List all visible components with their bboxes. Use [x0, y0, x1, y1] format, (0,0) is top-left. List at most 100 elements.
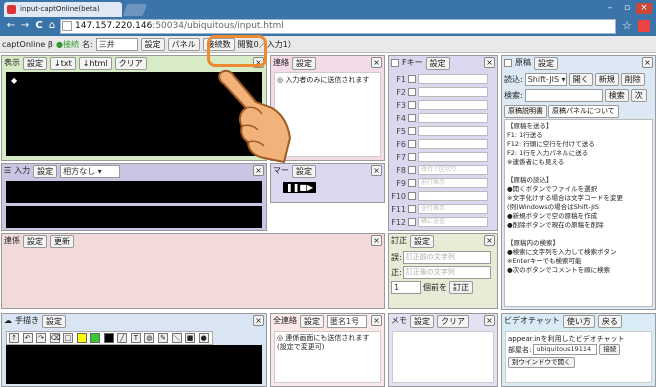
fkey-checkbox[interactable] — [408, 218, 416, 226]
fkey-input[interactable] — [418, 87, 488, 97]
room-input[interactable]: ubiquitous19114 — [533, 344, 598, 355]
fkey-input[interactable] — [418, 139, 488, 149]
bookmark-star-icon[interactable]: ☆ — [622, 19, 632, 32]
delete-button[interactable]: 削除 — [620, 73, 645, 86]
liaison-settings-button[interactable]: 設定 — [23, 234, 47, 248]
fkey-checkbox[interactable] — [408, 205, 416, 213]
manuscript-close-button[interactable]: × — [642, 57, 653, 68]
tab-manual[interactable]: 原稿説明書 — [504, 105, 547, 118]
url-bar[interactable]: 147.157.220.146:50034/ubiquitous/input.h… — [60, 19, 616, 34]
memo-clear-button[interactable]: クリア — [437, 314, 469, 328]
fkey-input[interactable] — [418, 191, 488, 201]
tab-about-panel[interactable]: 原稿パネルについて — [548, 105, 619, 118]
input-area-1[interactable] — [6, 181, 262, 203]
download-html-button[interactable]: ↓html — [78, 56, 112, 70]
undo-icon[interactable]: ↶ — [22, 333, 33, 343]
fkey-checkbox[interactable] — [408, 166, 416, 174]
next-button[interactable]: 次 — [630, 89, 647, 102]
timer-controls[interactable]: ❚❚■▶ — [283, 182, 317, 193]
fkey-toggle-checkbox[interactable] — [391, 59, 399, 67]
fkey-input[interactable]: 隣に送信 — [418, 217, 488, 227]
search-button[interactable]: 検索 — [604, 89, 629, 102]
brush-icon[interactable]: ✎ — [158, 333, 169, 343]
maximize-button[interactable]: ▫ — [619, 3, 635, 14]
panel-button[interactable]: パネル — [167, 38, 200, 51]
correct-button[interactable]: 訂正 — [449, 281, 473, 294]
line-icon[interactable]: ╱ — [117, 333, 128, 343]
back-button[interactable]: ← — [4, 19, 18, 33]
fkey-close-button[interactable]: × — [484, 57, 495, 68]
fkey-checkbox[interactable] — [408, 88, 416, 96]
fkey-checkbox[interactable] — [408, 127, 416, 135]
video-back-button[interactable]: 戻る — [597, 314, 622, 328]
circle-fill-icon[interactable]: ● — [198, 333, 209, 343]
liaison-update-button[interactable]: 更新 — [50, 234, 74, 248]
stroke-icon[interactable]: ＼ — [171, 333, 182, 343]
memo-settings-button[interactable]: 設定 — [410, 314, 434, 328]
name-input[interactable]: 三井 — [95, 38, 138, 51]
all-contact-settings-button[interactable]: 設定 — [300, 314, 324, 328]
liaison-close-button[interactable]: × — [371, 235, 382, 246]
download-txt-button[interactable]: ↓txt — [50, 56, 76, 70]
settings-button[interactable]: 設定 — [140, 38, 165, 51]
draw-settings-button[interactable]: 設定 — [42, 314, 66, 328]
open-window-button[interactable]: 別ウインドウで開く — [508, 357, 575, 368]
fkey-checkbox[interactable] — [408, 114, 416, 122]
window-close-button[interactable]: × — [636, 3, 652, 14]
timer-close-button[interactable]: × — [371, 165, 382, 176]
black-color-swatch[interactable] — [103, 333, 114, 343]
contact-settings-button[interactable]: 設定 — [292, 56, 316, 70]
wrong-input[interactable]: 訂正前の文字列 — [402, 251, 491, 264]
fkey-checkbox[interactable] — [408, 140, 416, 148]
reload-button[interactable]: C — [32, 19, 46, 33]
forward-button[interactable]: → — [18, 19, 32, 33]
correction-close-button[interactable]: × — [484, 235, 495, 246]
green-color-swatch[interactable] — [90, 333, 101, 343]
fkey-input[interactable]: 前行表示 — [418, 178, 488, 188]
open-button[interactable]: 開く — [568, 73, 593, 86]
fill-icon[interactable]: ◍ — [144, 333, 155, 343]
draw-canvas[interactable] — [6, 345, 262, 384]
right-input[interactable]: 訂正後の文字列 — [402, 266, 491, 279]
connect-button[interactable]: 接続 — [599, 344, 621, 355]
fkey-input[interactable]: 全行表示 — [418, 204, 488, 214]
video-usage-button[interactable]: 使い方 — [562, 314, 595, 328]
display-clear-button[interactable]: クリア — [114, 56, 147, 70]
memo-close-button[interactable]: × — [484, 315, 495, 326]
partner-select[interactable]: 相方なし ▾ — [60, 164, 121, 178]
timer-settings-button[interactable]: 設定 — [292, 164, 316, 178]
yellow-color-swatch[interactable] — [76, 333, 87, 343]
rect-icon[interactable]: □ — [63, 333, 74, 343]
correction-settings-button[interactable]: 設定 — [410, 234, 434, 248]
text-icon[interactable]: T — [130, 333, 141, 343]
minimize-button[interactable]: – — [602, 3, 618, 14]
fkey-input[interactable] — [418, 152, 488, 162]
manuscript-toggle-checkbox[interactable] — [504, 59, 512, 67]
anon-name-input[interactable]: 匿名1号 — [327, 314, 367, 328]
extension-icon[interactable] — [638, 20, 650, 32]
eraser-icon[interactable]: ⌫ — [49, 333, 61, 343]
memo-textarea[interactable] — [392, 331, 494, 383]
browser-tab[interactable]: input-captOnline(beta) — [4, 2, 122, 17]
draw-menu-icon[interactable]: ☁ — [4, 315, 12, 327]
input-menu-icon[interactable]: ☰ — [4, 165, 11, 177]
count-input[interactable]: 1 — [391, 281, 421, 294]
redo-icon[interactable]: ↷ — [36, 333, 47, 343]
pen-up-icon[interactable]: ↑ — [9, 333, 19, 343]
fkey-checkbox[interactable] — [408, 153, 416, 161]
fkey-input[interactable] — [418, 126, 488, 136]
manuscript-settings-button[interactable]: 設定 — [534, 56, 558, 70]
fkey-settings-button[interactable]: 設定 — [425, 56, 450, 70]
fkey-input[interactable] — [418, 74, 488, 84]
home-button[interactable]: ⌂ — [45, 19, 59, 33]
fkey-checkbox[interactable] — [408, 179, 416, 187]
input-settings-button[interactable]: 設定 — [33, 164, 58, 178]
fkey-input[interactable] — [418, 100, 488, 110]
display-settings-button[interactable]: 設定 — [23, 56, 47, 70]
new-button[interactable]: 新規 — [594, 73, 619, 86]
fkey-checkbox[interactable] — [408, 192, 416, 200]
fkey-input[interactable] — [418, 113, 488, 123]
fkey-input[interactable]: 改行で区切り — [418, 165, 488, 175]
manuscript-search-input[interactable] — [524, 89, 603, 102]
input-area-2[interactable] — [6, 206, 262, 228]
